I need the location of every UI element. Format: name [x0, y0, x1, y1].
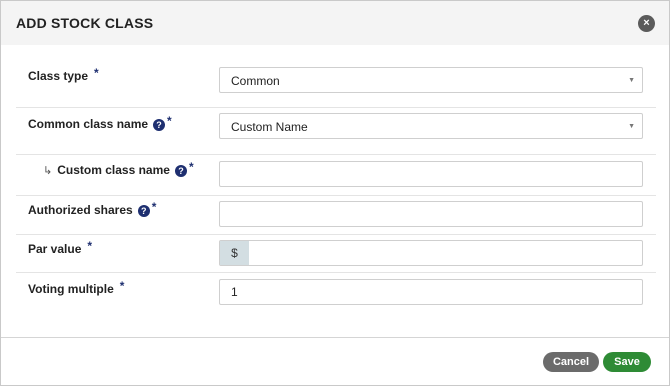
question-circle-icon[interactable]: ?: [153, 119, 166, 131]
common-class-name-label: Common class name? *: [28, 114, 172, 131]
voting-multiple-label: Voting multiple *: [28, 279, 125, 296]
add-stock-class-dialog: ADD STOCK CLASS × Class type * Common ▼ C…: [0, 0, 670, 386]
custom-class-name-row: ↳ Custom class name? *: [16, 155, 656, 196]
required-asterisk: *: [151, 200, 157, 214]
required-asterisk: *: [94, 66, 99, 80]
authorized-shares-row: Authorized shares? *: [16, 196, 656, 235]
currency-prefix: $: [220, 241, 249, 265]
common-class-name-value: Custom Name: [231, 120, 308, 134]
authorized-shares-input[interactable]: [231, 202, 631, 226]
custom-class-name-field[interactable]: [219, 161, 643, 187]
required-asterisk: *: [188, 160, 194, 174]
common-class-name-row: Common class name? * Custom Name ▼: [16, 108, 656, 155]
voting-multiple-input[interactable]: [231, 280, 631, 304]
custom-class-name-input[interactable]: [231, 162, 631, 186]
close-icon[interactable]: ×: [638, 15, 655, 32]
question-circle-icon[interactable]: ?: [174, 165, 187, 177]
sub-item-arrow-icon: ↳: [43, 165, 53, 177]
class-type-select[interactable]: Common ▼: [219, 67, 643, 93]
chevron-down-icon: ▼: [628, 123, 635, 130]
dialog-title: ADD STOCK CLASS: [16, 15, 154, 31]
par-value-input[interactable]: [256, 241, 636, 265]
common-class-name-select[interactable]: Custom Name ▼: [219, 113, 643, 139]
required-asterisk: *: [167, 114, 172, 128]
authorized-shares-field[interactable]: [219, 201, 643, 227]
authorized-shares-label: Authorized shares? *: [28, 200, 157, 217]
cancel-button[interactable]: Cancel: [543, 352, 599, 372]
voting-multiple-row: Voting multiple *: [16, 273, 656, 313]
class-type-label: Class type *: [28, 66, 99, 83]
chevron-down-icon: ▼: [628, 77, 635, 84]
par-value-field[interactable]: $: [219, 240, 643, 266]
question-circle-icon[interactable]: ?: [137, 205, 150, 217]
required-asterisk: *: [87, 239, 93, 253]
par-value-label: Par value *: [28, 239, 93, 256]
voting-multiple-field[interactable]: [219, 279, 643, 305]
par-value-row: Par value * $: [16, 235, 656, 273]
required-asterisk: *: [119, 279, 125, 293]
dialog-footer: Cancel Save: [1, 337, 669, 385]
class-type-row: Class type * Common ▼: [16, 58, 656, 108]
class-type-value: Common: [231, 74, 280, 88]
custom-class-name-label: ↳ Custom class name? *: [43, 160, 194, 177]
dialog-header: ADD STOCK CLASS ×: [1, 1, 669, 45]
save-button[interactable]: Save: [603, 352, 651, 372]
